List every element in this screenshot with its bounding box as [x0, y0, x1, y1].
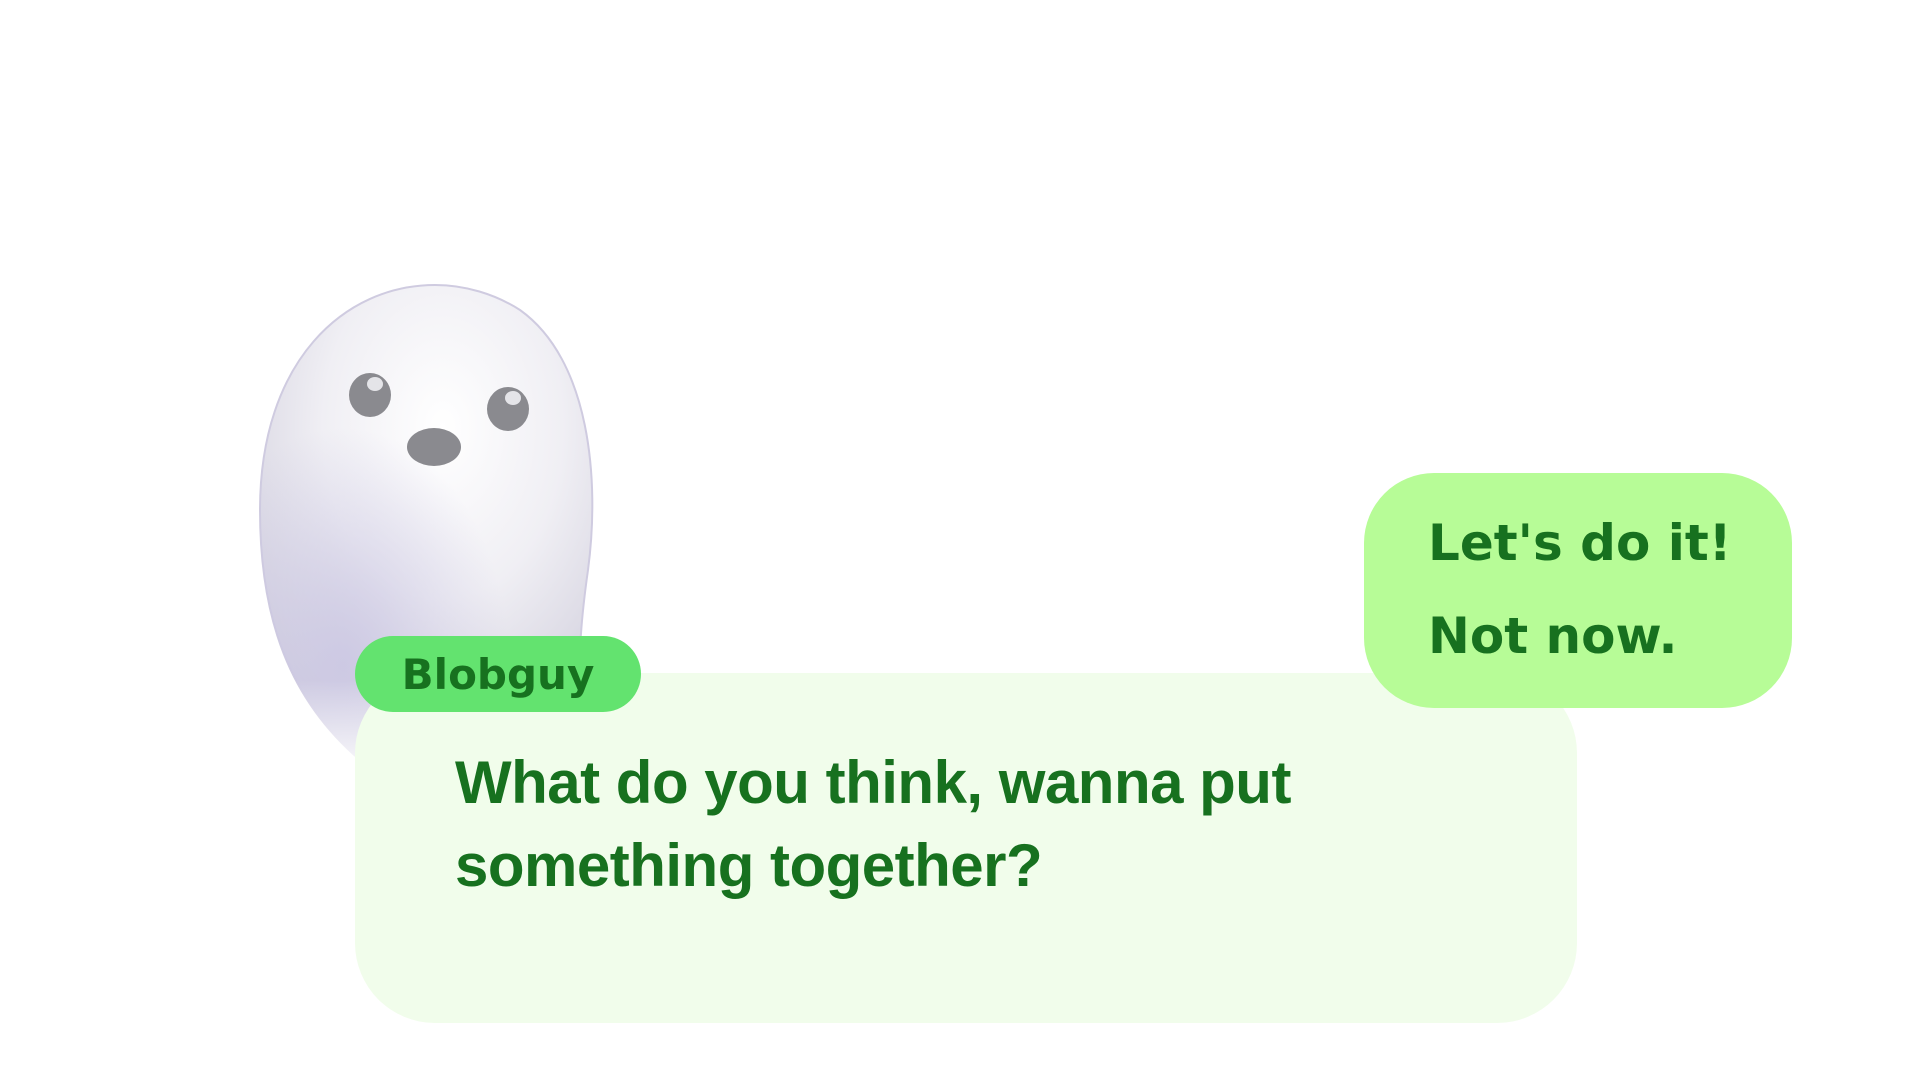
choice-panel: Let's do it! Not now.: [1364, 473, 1792, 708]
game-scene: What do you think, wanna put something t…: [0, 0, 1920, 1080]
speaker-name-tag: Blobguy: [355, 636, 641, 712]
dialogue-text: What do you think, wanna put something t…: [455, 749, 1291, 899]
choice-lets-do-it[interactable]: Let's do it!: [1428, 513, 1732, 573]
dialogue-box[interactable]: What do you think, wanna put something t…: [355, 673, 1577, 1023]
choice-not-now[interactable]: Not now.: [1428, 606, 1677, 666]
